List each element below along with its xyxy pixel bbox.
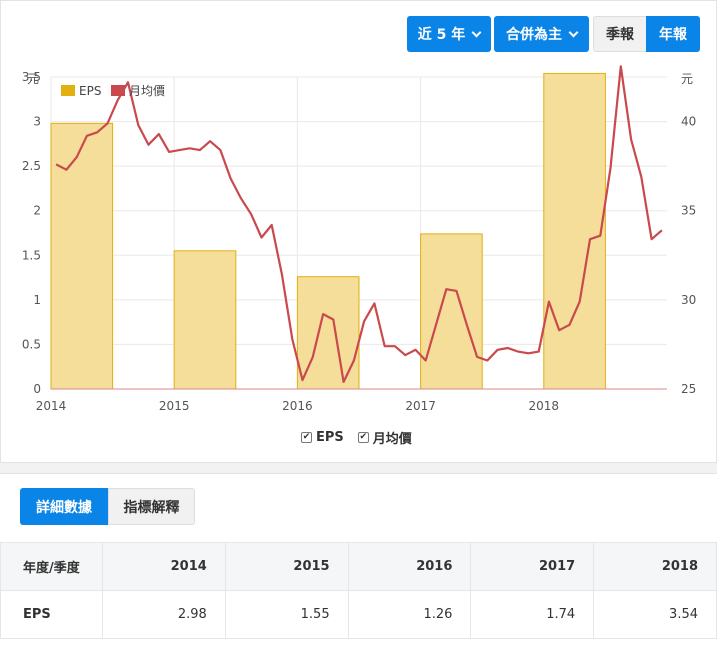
row-label: EPS — [0, 590, 103, 639]
left-tick-label: 1.5 — [22, 248, 41, 262]
tab-explain[interactable]: 指標解釋 — [108, 488, 195, 525]
chart-legend: EPS 月均價 — [61, 84, 165, 98]
left-tick-label: 0 — [33, 382, 41, 396]
eps-table: 年度/季度 2014 2015 2016 2017 2018 EPS 2.98 … — [0, 542, 717, 639]
price-toggle-label: 月均價 — [372, 432, 412, 447]
x-tick-label: 2014 — [36, 399, 67, 413]
eps-bar — [173, 250, 237, 390]
eps-bar — [420, 233, 483, 390]
x-tick-label: 2017 — [405, 399, 436, 413]
header-period: 年度/季度 — [0, 542, 103, 591]
checkbox-icon: ✔ — [301, 432, 312, 443]
price-toggle[interactable]: ✔ 月均價 — [357, 428, 412, 447]
left-tick-label: 3 — [33, 115, 41, 129]
x-tick-label: 2018 — [529, 399, 560, 413]
eps-bar — [50, 122, 114, 390]
legend-swatch-eps — [61, 85, 75, 96]
tab-details[interactable]: 詳細數據 — [20, 488, 108, 525]
left-tick-label: 0.5 — [22, 337, 41, 351]
header-year: 2014 — [102, 542, 226, 591]
legend-swatch-price — [111, 85, 125, 96]
detail-panel: 詳細數據 指標解釋 年度/季度 2014 2015 2016 2017 2018… — [0, 473, 717, 654]
right-axis-unit: 元 — [681, 72, 693, 86]
left-tick-label: 2.5 — [22, 159, 41, 173]
eps-cell: 1.74 — [470, 590, 595, 639]
header-year: 2016 — [347, 542, 472, 591]
left-tick-label: 1 — [33, 293, 41, 307]
eps-cell: 1.26 — [347, 590, 472, 639]
header-year: 2017 — [470, 542, 595, 591]
right-tick-label: 35 — [681, 204, 696, 218]
right-tick-label: 30 — [681, 293, 696, 307]
legend-label-eps: EPS — [79, 84, 101, 98]
table-header-row: 年度/季度 2014 2015 2016 2017 2018 — [0, 542, 717, 591]
eps-bars — [50, 72, 606, 390]
eps-bar — [543, 72, 606, 390]
right-tick-label: 25 — [681, 382, 696, 396]
header-year: 2015 — [224, 542, 349, 591]
eps-toggle-label: EPS — [316, 430, 344, 445]
left-axis-unit: 元 — [27, 72, 39, 86]
eps-cell: 1.55 — [224, 590, 349, 639]
checkbox-icon: ✔ — [357, 432, 369, 443]
tab-details-label: 詳細數據 — [36, 499, 92, 516]
eps-cell: 3.54 — [593, 590, 717, 639]
left-tick-label: 2 — [33, 204, 41, 218]
eps-cell: 2.98 — [102, 590, 226, 639]
tab-explain-label: 指標解釋 — [123, 499, 180, 516]
header-year: 2018 — [593, 542, 717, 591]
x-tick-label: 2015 — [159, 399, 190, 413]
legend-label-price: 月均價 — [129, 84, 165, 98]
eps-price-chart: 00.511.522.533.5253035402014 2015 2016 2017… — [22, 65, 696, 413]
chart-panel: 近 5 年 合併為主 季報 年報 0 0.5 1 1.5 2 2.5 3 3.5 25 30 35 4… — [0, 0, 717, 463]
x-tick-label: 2016 — [282, 399, 313, 413]
table-row: EPS 2.98 1.55 1.26 1.74 3.54 — [0, 590, 717, 639]
right-tick-label: 40 — [681, 115, 696, 129]
eps-toggle[interactable]: ✔ EPS — [301, 430, 344, 445]
